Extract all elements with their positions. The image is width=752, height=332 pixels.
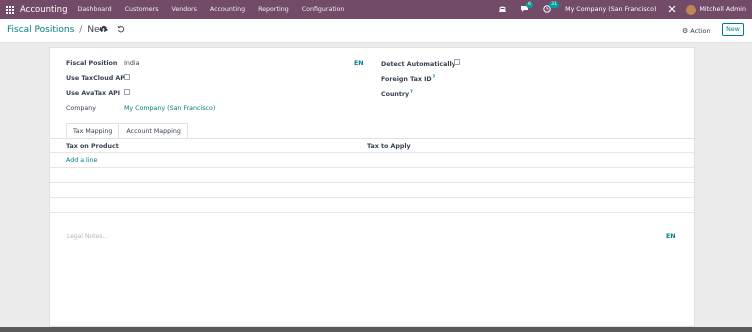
chat-badge: 6 [526,1,534,8]
fiscal-position-input[interactable]: India [124,60,139,67]
menu-customers[interactable]: Customers [125,6,159,13]
use-avatax-label: Use AvaTax API [66,90,121,97]
use-avatax-checkbox[interactable] [124,89,130,95]
menu-reporting[interactable]: Reporting [258,6,289,13]
breadcrumb-fiscal-positions[interactable]: Fiscal Positions [7,25,74,35]
country-label: Country? [381,90,413,99]
form-sheet: Fiscal Position India EN Use TaxCloud AP… [49,47,696,327]
notes-lang-badge[interactable]: EN [666,233,676,240]
foreign-tax-id-label: Foreign Tax ID? [381,75,436,84]
user-avatar[interactable] [686,4,697,15]
control-panel: Fiscal Positions / New ⚙ Action New [0,19,752,43]
tab-divider [50,138,696,139]
chat-icon[interactable]: 6 [520,1,534,15]
clock-icon[interactable]: 31 [543,1,559,15]
menu-accounting[interactable]: Accounting [210,6,245,13]
activity-badge: 31 [549,1,559,8]
menu-dashboard[interactable]: Dashboard [77,6,111,13]
breadcrumb-separator: / [79,25,83,35]
menu-configuration[interactable]: Configuration [302,6,345,13]
use-taxcloud-label: Use TaxCloud API [66,75,128,82]
table-row-divider [50,197,696,198]
action-button[interactable]: ⚙ Action [682,27,711,35]
apps-grid-icon[interactable] [6,5,14,14]
table-row-divider [50,182,696,183]
phone-icon[interactable] [498,5,507,15]
action-label: Action [690,27,711,35]
save-cloud-icon[interactable] [99,25,108,35]
discard-icon[interactable] [117,25,125,35]
table-row-divider [50,167,696,168]
top-navbar: Accounting Dashboard Customers Vendors A… [0,0,752,19]
detect-automatically-checkbox[interactable] [454,59,460,65]
add-a-line-link[interactable]: Add a line [66,157,97,164]
new-button[interactable]: New [722,23,744,36]
menu-vendors[interactable]: Vendors [172,6,197,13]
tab-tax-mapping[interactable]: Tax Mapping [66,123,120,138]
detect-automatically-label: Detect Automatically? [381,60,459,68]
notebook-tabs: Tax Mapping Account Mapping [66,123,188,138]
company-switcher[interactable]: My Company (San Francisco) [565,6,656,13]
column-tax-to-apply[interactable]: Tax to Apply [367,143,411,150]
fiscal-position-lang-badge[interactable]: EN [354,60,364,67]
user-name[interactable]: Mitchell Admin [699,6,746,13]
table-header-divider [50,152,696,153]
legal-notes-input[interactable]: Legal Notes... [67,233,108,240]
help-icon[interactable]: ? [410,90,413,95]
tools-icon[interactable] [668,5,676,15]
column-tax-on-product[interactable]: Tax on Product [66,143,119,150]
gear-icon: ⚙ [682,27,689,35]
table-row-divider [50,212,696,213]
fiscal-position-label: Fiscal Position [66,60,118,67]
breadcrumb: Fiscal Positions / New [7,25,107,35]
help-icon[interactable]: ? [433,75,436,80]
app-name[interactable]: Accounting [20,5,67,15]
use-taxcloud-checkbox[interactable] [124,74,130,80]
bottom-scrollbar[interactable] [0,327,752,332]
company-field[interactable]: My Company (San Francisco) [124,105,215,112]
tab-account-mapping[interactable]: Account Mapping [119,123,188,138]
company-label: Company [66,105,96,112]
